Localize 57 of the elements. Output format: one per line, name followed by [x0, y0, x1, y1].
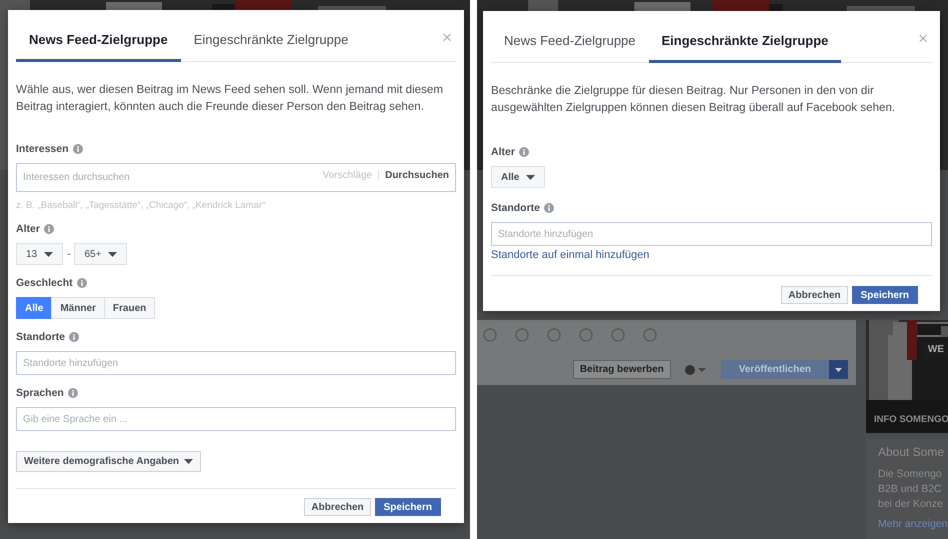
- save-button[interactable]: Speichern: [374, 498, 441, 516]
- age-dropdown[interactable]: Alle: [491, 166, 546, 188]
- caret-icon: [184, 459, 194, 464]
- caret-icon: [108, 252, 118, 256]
- composer-icon: [483, 328, 497, 342]
- search-field[interactable]: Interessen durchsuchen Vorschläge Durchsuchen: [16, 163, 456, 192]
- info-icon: [76, 278, 87, 288]
- caret-icon: [44, 252, 54, 256]
- cancel-button[interactable]: Abbrechen: [304, 498, 371, 516]
- field-label: Alter: [16, 223, 40, 235]
- info-icon: [544, 203, 554, 213]
- field-label: Alter: [491, 146, 515, 158]
- info-icon: [68, 388, 78, 398]
- info-icon: [69, 332, 80, 342]
- about-text: B2B und B2C: [878, 482, 943, 497]
- save-button[interactable]: Speichern: [852, 286, 918, 304]
- promote-button[interactable]: Beitrag bewerben: [572, 360, 671, 379]
- input-field[interactable]: Gib eine Sprache ein ...: [16, 407, 456, 431]
- caret-icon: [835, 368, 842, 372]
- composer-icon: [643, 328, 657, 342]
- composer-icon: [611, 328, 625, 342]
- caret-icon: [526, 174, 536, 180]
- search-link[interactable]: Durchsuchen: [379, 170, 449, 181]
- tab[interactable]: Eingeschränkte Zielgruppe: [180, 10, 362, 62]
- gender-option[interactable]: Alle: [16, 297, 52, 319]
- field-label: Sprachen: [16, 387, 64, 399]
- cancel-button[interactable]: Abbrechen: [781, 286, 848, 304]
- tab[interactable]: Eingeschränkte Zielgruppe: [648, 11, 842, 63]
- gender-option[interactable]: Frauen: [104, 297, 156, 319]
- field-label: Geschlecht: [16, 277, 73, 289]
- globe-icon: [684, 364, 707, 374]
- info-icon: [44, 224, 54, 234]
- tab[interactable]: News Feed-Zielgruppe: [491, 11, 649, 63]
- about-text: bei der Konze: [878, 497, 944, 512]
- field-label: Interessen: [16, 143, 69, 155]
- description-text: Beschränke die Zielgruppe für diesen Beitrag. Nur Personen in den von dir ausgewählten Zielgruppen können diesen Beitrag überall auf Facebook sehen.: [491, 83, 896, 116]
- field-label: Standorte: [491, 202, 540, 214]
- composer-icon: [515, 328, 529, 342]
- publish-menu-button[interactable]: [829, 360, 848, 379]
- dropdown-button[interactable]: Weitere demografische Angaben: [16, 451, 202, 472]
- field-label: Standorte: [16, 331, 66, 343]
- hint-text: z. B. „Baseball“, „Tagesstätte“, „Chicago“, „Kendrick Lamar“: [16, 200, 266, 211]
- age-dropdown[interactable]: 13: [16, 243, 64, 265]
- info-icon: [72, 144, 83, 154]
- info-icon: [518, 147, 529, 157]
- gender-option[interactable]: Männer: [51, 297, 105, 319]
- about-text: Die Somengo: [878, 467, 943, 482]
- input-field[interactable]: Standorte hinzufügen: [16, 351, 456, 375]
- input-field[interactable]: Standorte hinzufügen: [491, 222, 932, 246]
- tab[interactable]: News Feed-Zielgruppe: [16, 10, 181, 62]
- range-separator: -: [67, 248, 70, 260]
- about-title: About Some: [878, 445, 946, 459]
- description-text: Wähle aus, wer diesen Beitrag im News Feed sehen soll. Wenn jemand mit diesem Beitrag interagiert, könnten auch die Freunde dieser Person den Beitrag sehen.: [16, 82, 444, 115]
- link[interactable]: Standorte auf einmal hinzufügen: [491, 249, 932, 261]
- composer-icon: [579, 328, 593, 342]
- composer-icon: [547, 328, 561, 342]
- age-dropdown[interactable]: 65+: [74, 243, 128, 265]
